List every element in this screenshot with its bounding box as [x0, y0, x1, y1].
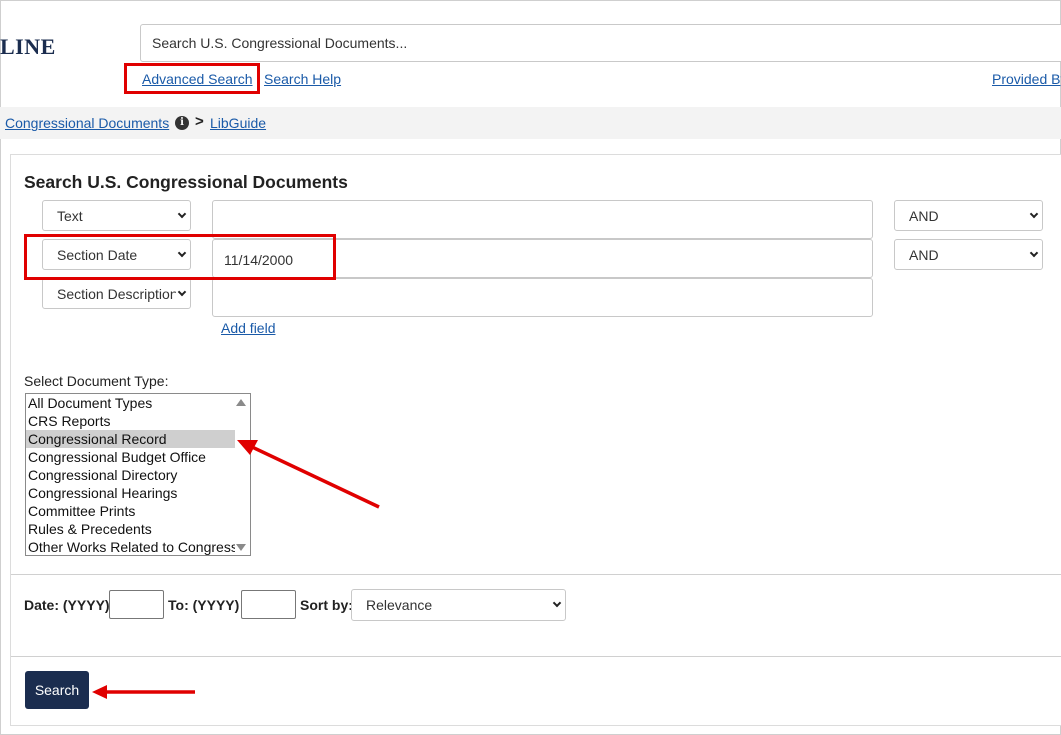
sort-by-value: Relevance: [366, 597, 433, 613]
chevron-down-icon: [1029, 209, 1039, 219]
field-select-3[interactable]: Section Description: [42, 278, 191, 309]
field-select-3-value: Section Description: [57, 286, 178, 302]
listbox-scrollbar[interactable]: [235, 394, 250, 555]
list-item[interactable]: Other Works Related to Congress: [26, 538, 238, 555]
sort-by-label: Sort by:: [300, 597, 353, 613]
info-icon[interactable]: i: [175, 116, 189, 130]
chevron-down-icon: [177, 287, 187, 297]
highlight-box-section-date: [24, 234, 336, 280]
field-select-1[interactable]: Text: [42, 200, 191, 231]
date-to-input[interactable]: [241, 590, 296, 619]
search-help-link[interactable]: Search Help: [264, 71, 341, 87]
search-term-input-3[interactable]: [212, 278, 873, 317]
highlight-box-advanced-search: [124, 63, 260, 94]
list-item[interactable]: Rules & Precedents: [26, 520, 235, 538]
date-from-label: Date: (YYYY): [24, 597, 110, 613]
operator-select-1[interactable]: AND: [894, 200, 1043, 231]
list-item[interactable]: Congressional Budget Office: [26, 448, 235, 466]
operator-select-2-value: AND: [909, 247, 939, 263]
breadcrumb-libguide[interactable]: LibGuide: [210, 115, 266, 131]
global-search-input[interactable]: Search U.S. Congressional Documents...: [140, 24, 1061, 62]
site-logo[interactable]: LINE: [0, 34, 56, 60]
add-field-link[interactable]: Add field: [221, 320, 275, 336]
date-from-input[interactable]: [109, 590, 164, 619]
chevron-down-icon: [1029, 248, 1039, 258]
divider: [11, 574, 1061, 575]
breadcrumb-congressional-documents[interactable]: Congressional Documents: [5, 115, 169, 131]
list-item[interactable]: CRS Reports: [26, 412, 235, 430]
document-type-listbox[interactable]: All Document Types CRS Reports Congressi…: [25, 393, 251, 556]
list-item[interactable]: Congressional Directory: [26, 466, 235, 484]
date-to-label: To: (YYYY): [168, 597, 240, 613]
chevron-down-icon: [177, 209, 187, 219]
provided-by-link[interactable]: Provided By: [992, 71, 1061, 87]
document-type-label: Select Document Type:: [24, 373, 169, 389]
list-item[interactable]: All Document Types: [26, 394, 235, 412]
list-item[interactable]: Committee Prints: [26, 502, 235, 520]
field-select-1-value: Text: [57, 208, 83, 224]
chevron-right-icon: >: [195, 113, 204, 130]
sort-by-select[interactable]: Relevance: [351, 589, 566, 621]
list-item[interactable]: Congressional Hearings: [26, 484, 235, 502]
operator-select-2[interactable]: AND: [894, 239, 1043, 270]
scroll-up-icon[interactable]: [236, 399, 246, 406]
operator-select-1-value: AND: [909, 208, 939, 224]
list-item-selected[interactable]: Congressional Record: [26, 430, 235, 448]
chevron-down-icon: [552, 598, 562, 608]
form-title: Search U.S. Congressional Documents: [24, 172, 348, 192]
scroll-down-icon[interactable]: [236, 544, 246, 551]
divider: [11, 656, 1061, 657]
search-button[interactable]: Search: [25, 671, 89, 709]
